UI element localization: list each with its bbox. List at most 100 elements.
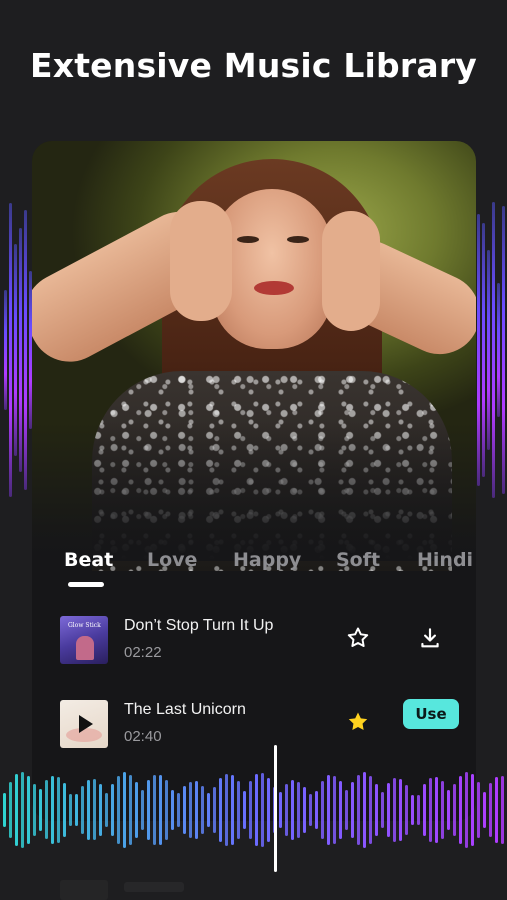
waveform-bar xyxy=(381,791,384,829)
waveform-bar xyxy=(57,776,60,844)
waveform-bar xyxy=(297,781,300,839)
waveform-bar xyxy=(93,779,96,841)
waveform-bar xyxy=(345,790,348,830)
waveform-bar xyxy=(321,780,324,840)
side-wave-bar xyxy=(477,214,480,486)
next-track-title xyxy=(124,882,184,892)
waveform-bar xyxy=(111,784,114,836)
track-title: Don’t Stop Turn It Up xyxy=(124,617,274,634)
waveform-bar xyxy=(183,785,186,835)
tab-love[interactable]: Love xyxy=(147,549,197,571)
star-filled-icon[interactable] xyxy=(345,709,371,735)
tab-happy[interactable]: Happy xyxy=(233,549,301,571)
track-row[interactable]: The Last Unicorn 02:40 Use xyxy=(60,699,470,750)
tab-soft[interactable]: Soft xyxy=(336,549,380,571)
waveform-bar xyxy=(15,774,18,846)
waveform-bar xyxy=(441,781,444,839)
waveform-bar xyxy=(81,785,84,835)
waveform-bar xyxy=(465,772,468,848)
waveform-bar xyxy=(303,786,306,834)
waveform-bar xyxy=(489,782,492,838)
waveform-bar xyxy=(417,794,420,826)
waveform-bar xyxy=(405,784,408,835)
waveform-bar xyxy=(237,781,240,839)
waveform-bar xyxy=(231,774,234,846)
side-wave-bar xyxy=(14,243,17,457)
waveform-bar xyxy=(75,794,78,826)
waveform-bar xyxy=(177,792,180,827)
download-icon[interactable] xyxy=(417,625,443,651)
waveform-bar xyxy=(33,784,36,836)
waveform-bar xyxy=(165,780,168,840)
waveform-bar xyxy=(351,782,354,838)
waveform-bar xyxy=(483,791,486,829)
waveform-bar xyxy=(219,778,222,842)
side-wave-bar xyxy=(19,228,22,472)
waveform-bar xyxy=(27,775,30,845)
waveform-bar xyxy=(159,774,162,846)
album-cover-text: Glow Stick xyxy=(68,622,101,629)
waveform-bar xyxy=(87,779,90,841)
waveform-bar xyxy=(255,774,258,846)
track-row[interactable]: Glow Stick Don’t Stop Turn It Up 02:22 xyxy=(60,616,470,666)
waveform-bar xyxy=(147,780,150,840)
waveform-bar xyxy=(135,782,138,838)
audio-waveform[interactable] xyxy=(0,760,507,860)
waveform-bar xyxy=(387,783,390,837)
side-waveform-left xyxy=(0,180,34,520)
album-cover xyxy=(60,700,108,748)
waveform-bar xyxy=(291,780,294,840)
side-wave-bar xyxy=(482,222,485,478)
waveform-bar xyxy=(45,780,48,840)
waveform-bar xyxy=(69,793,72,827)
tab-beat[interactable]: Beat xyxy=(64,549,113,571)
waveform-bar xyxy=(9,781,12,839)
waveform-bar xyxy=(51,775,54,845)
waveform-bar xyxy=(411,795,414,825)
waveform-bar xyxy=(501,776,504,844)
waveform-bar xyxy=(357,774,360,846)
waveform-bar xyxy=(225,773,228,847)
waveform-bar xyxy=(309,794,312,826)
waveform-bar xyxy=(3,792,6,828)
waveform-bar xyxy=(141,789,144,831)
waveform-bar xyxy=(495,776,498,844)
track-duration: 02:40 xyxy=(124,728,162,745)
side-wave-bar xyxy=(502,205,505,495)
waveform-bar xyxy=(123,772,126,848)
side-wave-bar xyxy=(4,290,7,410)
side-wave-bar xyxy=(492,201,495,499)
playhead[interactable] xyxy=(274,745,277,872)
waveform-bar xyxy=(447,789,450,831)
waveform-bar xyxy=(201,785,204,835)
waveform-bar xyxy=(285,784,288,836)
tab-hindi[interactable]: Hindi xyxy=(417,549,473,571)
side-wave-bar xyxy=(9,203,12,497)
star-outline-icon[interactable] xyxy=(345,625,371,651)
waveform-bar xyxy=(99,784,102,836)
use-button[interactable]: Use xyxy=(403,699,459,729)
waveform-bar xyxy=(63,783,66,837)
waveform-bar xyxy=(471,774,474,846)
waveform-bar xyxy=(459,775,462,845)
waveform-bar xyxy=(375,784,378,836)
waveform-bar xyxy=(339,781,342,839)
play-icon[interactable] xyxy=(79,715,93,733)
waveform-bar xyxy=(249,780,252,839)
waveform-bar xyxy=(369,775,372,845)
waveform-bar xyxy=(213,787,216,833)
active-tab-indicator xyxy=(68,582,104,587)
album-cover: Glow Stick xyxy=(60,616,108,664)
waveform-bar xyxy=(243,790,246,830)
waveform-bar xyxy=(189,782,192,838)
waveform-bar xyxy=(105,792,108,828)
waveform-bar xyxy=(21,772,24,848)
waveform-bar xyxy=(429,777,432,843)
side-wave-bar xyxy=(24,210,27,490)
waveform-bar xyxy=(315,790,318,830)
waveform-bar xyxy=(195,781,198,839)
waveform-bar xyxy=(333,775,336,845)
side-waveform-right xyxy=(473,180,507,520)
waveform-bar xyxy=(423,784,426,836)
waveform-bar xyxy=(453,784,456,836)
